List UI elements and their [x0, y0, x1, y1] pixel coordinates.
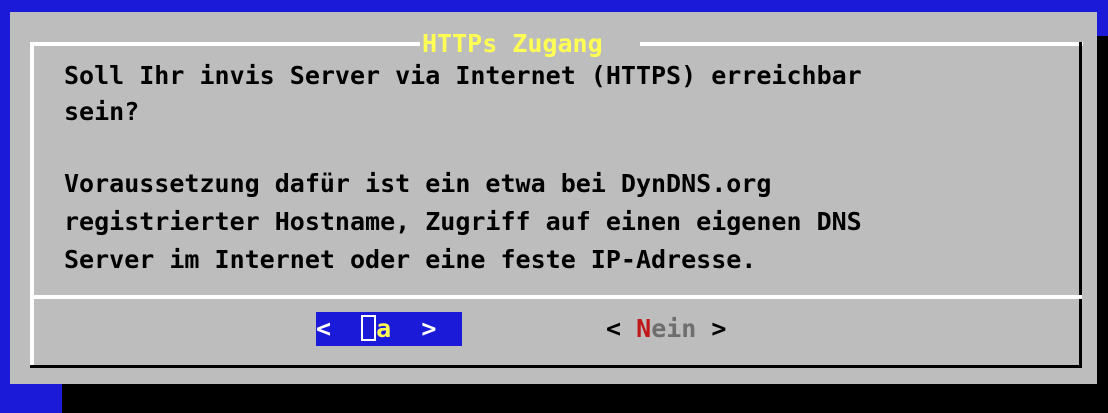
- frame-top-left: [30, 42, 420, 46]
- dialog-title: HTTPs Zugang: [422, 28, 603, 60]
- yes-right-arrow: >: [421, 314, 437, 343]
- frame-top-right: [640, 42, 1083, 46]
- frame-bottom: [30, 365, 1082, 368]
- frame-left: [30, 42, 34, 368]
- yes-button[interactable]: < a >: [316, 312, 462, 346]
- message-line-1: Soll Ihr invis Server via Internet (HTTP…: [64, 61, 862, 90]
- dialog-shadow-right: [1097, 36, 1108, 384]
- no-right-arrow: >: [711, 314, 727, 343]
- dialog-shadow-bottom: [62, 384, 1108, 413]
- frame-right: [1079, 42, 1082, 368]
- no-hotkey: N: [636, 314, 652, 343]
- message-line-6: Server im Internet oder eine feste IP-Ad…: [64, 245, 757, 274]
- message-line-5: registrierter Hostname, Zugriff auf eine…: [64, 207, 862, 236]
- message-line-2: sein?: [64, 97, 140, 126]
- no-left-arrow: <: [606, 314, 622, 343]
- no-rest-label: ein: [651, 314, 697, 343]
- yes-rest-label: a: [376, 314, 392, 343]
- text-cursor: [361, 315, 377, 341]
- message-line-4: Voraussetzung dafür ist ein etwa bei Dyn…: [64, 169, 772, 198]
- yes-left-arrow: <: [316, 314, 332, 343]
- no-button[interactable]: < Nein >: [606, 312, 726, 346]
- button-separator: [30, 295, 1082, 299]
